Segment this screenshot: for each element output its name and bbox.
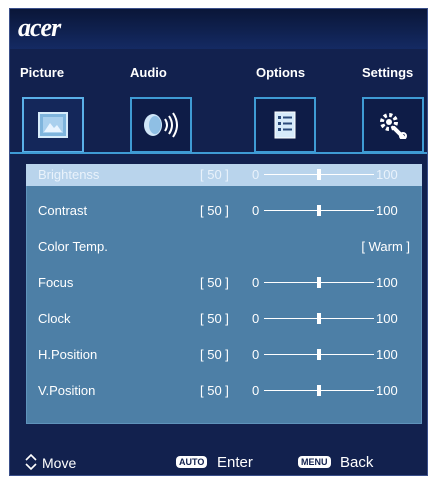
v-position-value: [ 50 ] — [200, 383, 229, 398]
brightness-max: 100 — [376, 167, 398, 182]
acer-logo: acer — [18, 13, 61, 42]
h-position-label: H.Position — [38, 347, 98, 362]
color-temp-label: Color Temp. — [38, 239, 108, 254]
v-position-max: 100 — [376, 383, 398, 398]
h-position-value: [ 50 ] — [200, 347, 229, 362]
setting-row-contrast[interactable]: Contrast [ 50 ] 0 100 — [26, 200, 422, 222]
h-position-min: 0 — [252, 347, 260, 362]
contrast-value: [ 50 ] — [200, 203, 229, 218]
h-position-max: 100 — [376, 347, 398, 362]
setting-row-color-temp[interactable]: Color Temp. [ Warm ] — [26, 236, 422, 258]
tab-icons-row — [10, 97, 427, 153]
setting-row-brightness[interactable]: Brightenss [ 50 ] 0 100 — [26, 164, 422, 186]
checklist-icon — [274, 111, 296, 139]
color-temp-value: [ Warm ] — [361, 239, 410, 254]
clock-min: 0 — [252, 311, 260, 326]
auto-key-badge: AUTO — [176, 456, 208, 468]
tab-bar: Picture Audio Options Settings — [10, 65, 427, 85]
picture-tab-icon-button[interactable] — [22, 97, 84, 153]
options-tab-icon-button[interactable] — [254, 97, 316, 153]
contrast-label: Contrast — [38, 203, 88, 218]
footer-hints: Move AUTO Enter MENU Back — [10, 451, 427, 475]
audio-tab-icon-button[interactable] — [130, 97, 192, 153]
brightness-label: Brightenss — [38, 167, 100, 182]
tab-audio[interactable]: Audio — [130, 65, 167, 80]
tab-separator-line — [10, 152, 427, 154]
clock-label: Clock — [38, 311, 71, 326]
clock-max: 100 — [376, 311, 398, 326]
contrast-min: 0 — [252, 203, 260, 218]
brightness-slider-knob[interactable] — [317, 169, 321, 180]
tab-picture[interactable]: Picture — [20, 65, 64, 80]
contrast-slider-knob[interactable] — [317, 205, 321, 216]
focus-value: [ 50 ] — [200, 275, 229, 290]
picture-settings-panel: Brightenss [ 50 ] 0 100 Contrast [ 50 ] … — [26, 164, 422, 424]
speaker-icon — [144, 112, 178, 138]
tab-options[interactable]: Options — [256, 65, 305, 80]
focus-label: Focus — [38, 275, 74, 290]
header-bar: acer — [10, 9, 427, 49]
up-down-arrows-icon — [24, 453, 38, 474]
h-position-slider-knob[interactable] — [317, 349, 321, 360]
v-position-min: 0 — [252, 383, 260, 398]
clock-value: [ 50 ] — [200, 311, 229, 326]
tab-settings[interactable]: Settings — [362, 65, 413, 80]
move-hint-label: Move — [42, 455, 77, 471]
back-hint-label: Back — [340, 454, 374, 471]
osd-menu: acer Picture Audio Options Settings Brig… — [9, 8, 428, 476]
contrast-max: 100 — [376, 203, 398, 218]
menu-key-badge: MENU — [298, 456, 331, 468]
focus-max: 100 — [376, 275, 398, 290]
v-position-slider-knob[interactable] — [317, 385, 321, 396]
setting-row-clock[interactable]: Clock [ 50 ] 0 100 — [26, 308, 422, 330]
clock-slider-knob[interactable] — [317, 313, 321, 324]
settings-tab-icon-button[interactable] — [362, 97, 424, 153]
setting-row-v-position[interactable]: V.Position [ 50 ] 0 100 — [26, 380, 422, 402]
enter-hint-label: Enter — [217, 454, 253, 471]
focus-min: 0 — [252, 275, 260, 290]
setting-row-focus[interactable]: Focus [ 50 ] 0 100 — [26, 272, 422, 294]
brightness-min: 0 — [252, 167, 260, 182]
gear-wrench-icon — [380, 113, 407, 139]
setting-row-h-position[interactable]: H.Position [ 50 ] 0 100 — [26, 344, 422, 366]
v-position-label: V.Position — [38, 383, 96, 398]
focus-slider-knob[interactable] — [317, 277, 321, 288]
picture-icon — [38, 112, 68, 138]
brightness-value: [ 50 ] — [200, 167, 229, 182]
